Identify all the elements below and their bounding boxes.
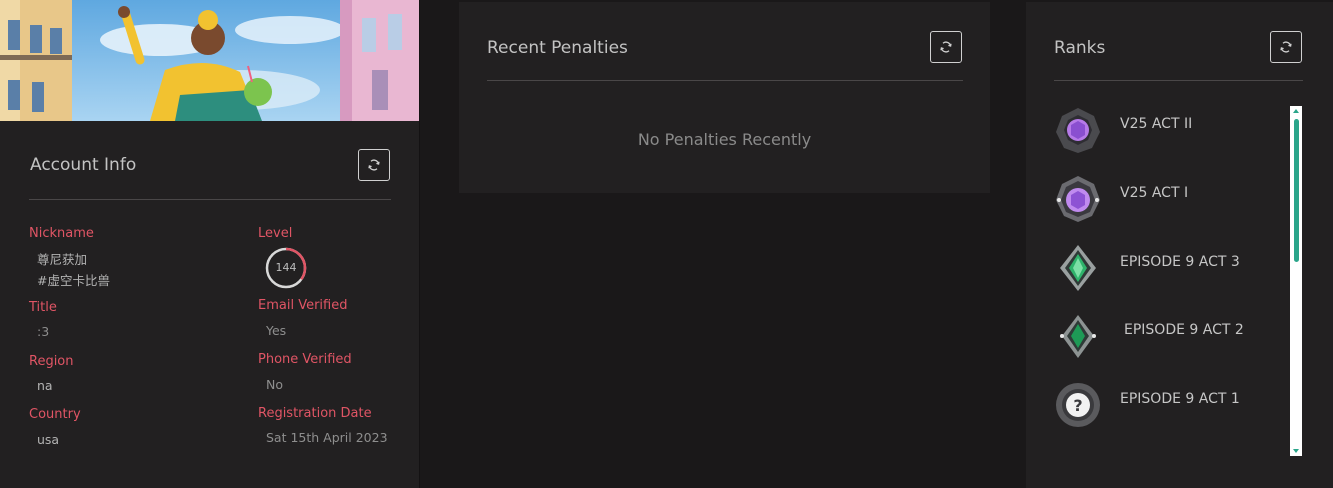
emerald-rank-icon (1054, 244, 1102, 292)
account-info-card: Account Info Nickname 尊尼获加 #虚空卡比兽 Title … (0, 0, 420, 488)
nickname-label: Nickname (29, 226, 94, 241)
scroll-up-icon[interactable] (1293, 109, 1299, 113)
title-label: Title (29, 300, 57, 315)
nickname-tag: #虚空卡比兽 (37, 273, 110, 288)
no-penalties-message: No Penalties Recently (637, 130, 812, 149)
account-refresh-button[interactable] (358, 149, 390, 181)
nickname-value: 尊尼获加 (37, 252, 88, 267)
rank-label: EPISODE 9 ACT 1 (1120, 391, 1240, 407)
title-value: :3 (37, 324, 50, 339)
region-value: na (37, 378, 53, 393)
rank-list-scrollbar[interactable] (1290, 106, 1302, 456)
rank-item-episode-9-act-3[interactable]: EPISODE 9 ACT 3 (1026, 244, 1296, 300)
country-value: usa (37, 432, 60, 447)
player-card-banner (0, 0, 419, 121)
refresh-icon (940, 41, 952, 53)
unranked-icon: ? (1054, 381, 1102, 429)
rank-item-episode-9-act-2[interactable]: EPISODE 9 ACT 2 (1026, 312, 1296, 368)
level-value: 144 (275, 261, 297, 274)
penalties-refresh-button[interactable] (930, 31, 962, 63)
phone-verified-label: Phone Verified (258, 352, 352, 367)
svg-text:?: ? (1073, 396, 1082, 415)
rank-item-episode-9-act-1[interactable]: ? EPISODE 9 ACT 1 (1026, 381, 1296, 437)
rank-item-v25-act-2[interactable]: V25 ACT II (1026, 106, 1296, 162)
level-badge: 144 (265, 247, 307, 289)
country-label: Country (29, 407, 81, 422)
ranks-card: Ranks V25 ACT II V25 ACT I EPISODE 9 ACT… (1026, 2, 1333, 488)
emerald-rank-icon (1054, 312, 1102, 360)
penalties-divider (487, 80, 963, 81)
email-verified-value: Yes (266, 323, 287, 338)
recent-penalties-card: Recent Penalties No Penalties Recently (459, 2, 990, 193)
registration-date-label: Registration Date (258, 406, 372, 421)
registration-date-value: Sat 15th April 2023 (266, 430, 388, 445)
account-info-title: Account Info (30, 155, 137, 175)
amethyst-rank-icon (1054, 106, 1102, 154)
ranks-divider (1054, 80, 1303, 81)
email-verified-label: Email Verified (258, 298, 348, 313)
refresh-icon (368, 159, 380, 171)
rank-label: EPISODE 9 ACT 2 (1124, 322, 1244, 338)
refresh-icon (1280, 41, 1292, 53)
rank-item-v25-act-1[interactable]: V25 ACT I (1026, 175, 1296, 231)
account-divider (29, 199, 391, 200)
rank-label: V25 ACT I (1120, 185, 1189, 201)
rank-label: V25 ACT II (1120, 116, 1193, 132)
amethyst-rank-icon (1054, 175, 1102, 223)
ranks-refresh-button[interactable] (1270, 31, 1302, 63)
scroll-down-icon[interactable] (1293, 449, 1299, 453)
phone-verified-value: No (266, 377, 283, 392)
rank-list[interactable]: V25 ACT II V25 ACT I EPISODE 9 ACT 3 EPI… (1026, 94, 1333, 456)
scrollbar-thumb[interactable] (1294, 119, 1299, 262)
level-label: Level (258, 226, 293, 241)
recent-penalties-title: Recent Penalties (487, 38, 628, 58)
rank-label: EPISODE 9 ACT 3 (1120, 254, 1240, 270)
ranks-title: Ranks (1054, 38, 1106, 58)
region-label: Region (29, 354, 74, 369)
